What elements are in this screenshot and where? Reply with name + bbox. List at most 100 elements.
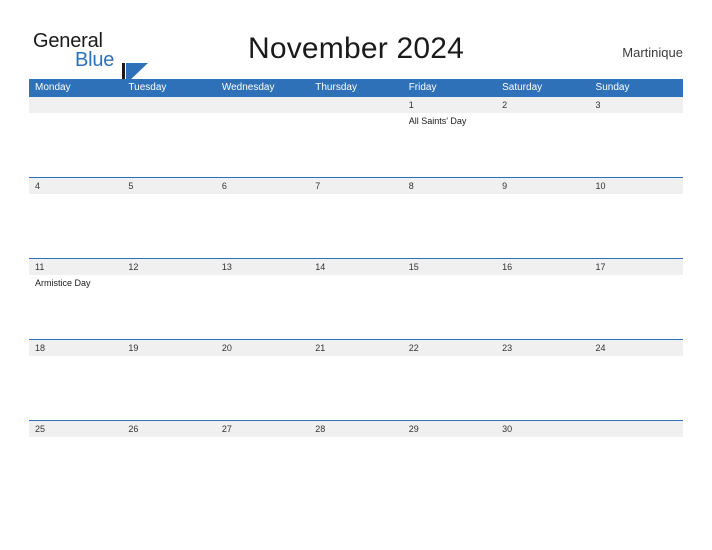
day-event-cell[interactable] [590,437,683,501]
day-event-cell[interactable] [216,356,309,420]
day-number: 29 [408,424,419,434]
day-cell[interactable]: 6 [216,178,309,194]
day-cell[interactable]: 8 [403,178,496,194]
week-row: 18 19 20 21 22 23 24 [29,339,683,420]
day-cell[interactable]: 11 [29,259,122,275]
day-cell[interactable]: 13 [216,259,309,275]
day-cell[interactable]: 9 [496,178,589,194]
week-number-band: 4 5 6 7 8 9 10 [29,178,683,194]
weekday-header-tuesday: Tuesday [128,82,167,93]
day-number: 19 [128,343,139,353]
day-event-cell[interactable] [496,356,589,420]
day-cell[interactable]: 12 [122,259,215,275]
day-event-cell[interactable] [309,113,402,177]
day-cell[interactable]: 18 [29,340,122,356]
week-row: 1 2 3 All Saints' Day [29,96,683,177]
day-number: 30 [502,424,513,434]
day-cell[interactable] [29,97,122,113]
day-cell[interactable]: 27 [216,421,309,437]
day-event-cell[interactable] [216,194,309,258]
week-number-band: 25 26 27 28 29 30 [29,421,683,437]
day-event-cell[interactable] [309,356,402,420]
day-event-cell[interactable]: All Saints' Day [403,113,496,177]
day-cell[interactable]: 21 [309,340,402,356]
day-cell[interactable]: 17 [590,259,683,275]
day-event-cell[interactable] [496,275,589,339]
day-cell[interactable]: 7 [309,178,402,194]
day-event-cell[interactable] [122,437,215,501]
week-number-band: 11 12 13 14 15 16 17 [29,259,683,275]
day-cell[interactable]: 22 [403,340,496,356]
day-number: 4 [35,181,41,191]
day-event-cell[interactable] [309,275,402,339]
day-event-cell[interactable] [122,194,215,258]
day-cell[interactable]: 2 [496,97,589,113]
day-cell[interactable]: 25 [29,421,122,437]
day-number: 22 [408,343,419,353]
day-number: 15 [408,262,419,272]
day-number: 7 [315,181,321,191]
day-cell[interactable]: 10 [590,178,683,194]
day-number: 24 [595,343,606,353]
page-title: November 2024 [247,32,465,65]
day-number: 3 [595,100,601,110]
week-event-band [29,194,683,258]
day-cell[interactable] [590,421,683,437]
day-cell[interactable]: 15 [403,259,496,275]
day-cell[interactable]: 19 [122,340,215,356]
day-event-cell[interactable] [216,437,309,501]
week-row: 25 26 27 28 29 30 [29,420,683,501]
day-event-cell[interactable] [590,113,683,177]
day-cell[interactable]: 29 [403,421,496,437]
day-cell[interactable]: 5 [122,178,215,194]
day-event-cell[interactable] [590,275,683,339]
day-cell[interactable]: 14 [309,259,402,275]
day-event-cell[interactable] [496,194,589,258]
day-number: 2 [502,100,508,110]
day-event-cell[interactable] [403,437,496,501]
day-cell[interactable]: 1 [403,97,496,113]
day-event-cell[interactable] [403,275,496,339]
day-cell[interactable]: 23 [496,340,589,356]
day-event-cell[interactable] [590,356,683,420]
day-cell[interactable]: 3 [590,97,683,113]
day-cell[interactable] [309,97,402,113]
day-cell[interactable]: 30 [496,421,589,437]
day-cell[interactable]: 26 [122,421,215,437]
location-label: Martinique [622,45,683,60]
day-number: 21 [315,343,326,353]
day-cell[interactable]: 24 [590,340,683,356]
day-cell[interactable]: 28 [309,421,402,437]
calendar-grid: Monday Tuesday Wednesday Thursday Friday… [29,79,683,501]
weekday-header-monday: Monday [35,82,71,93]
day-event-cell[interactable] [122,113,215,177]
day-cell[interactable]: 16 [496,259,589,275]
day-event-cell[interactable] [29,437,122,501]
day-number: 28 [315,424,326,434]
day-cell[interactable] [216,97,309,113]
day-number: 5 [128,181,134,191]
day-number: 12 [128,262,139,272]
day-event-cell[interactable] [403,356,496,420]
day-number: 18 [35,343,46,353]
day-event-cell[interactable]: Armistice Day [29,275,122,339]
weekday-header-thursday: Thursday [315,82,357,93]
day-event-cell[interactable] [496,113,589,177]
day-event-cell[interactable] [29,356,122,420]
day-event-cell[interactable] [29,113,122,177]
day-cell[interactable]: 4 [29,178,122,194]
event-label: All Saints' Day [408,116,467,126]
day-event-cell[interactable] [590,194,683,258]
day-cell[interactable]: 20 [216,340,309,356]
day-event-cell[interactable] [496,437,589,501]
day-event-cell[interactable] [216,275,309,339]
day-event-cell[interactable] [122,356,215,420]
day-event-cell[interactable] [29,194,122,258]
day-event-cell[interactable] [309,194,402,258]
week-number-band: 1 2 3 [29,97,683,113]
day-event-cell[interactable] [216,113,309,177]
day-event-cell[interactable] [403,194,496,258]
day-event-cell[interactable] [122,275,215,339]
day-event-cell[interactable] [309,437,402,501]
day-cell[interactable] [122,97,215,113]
